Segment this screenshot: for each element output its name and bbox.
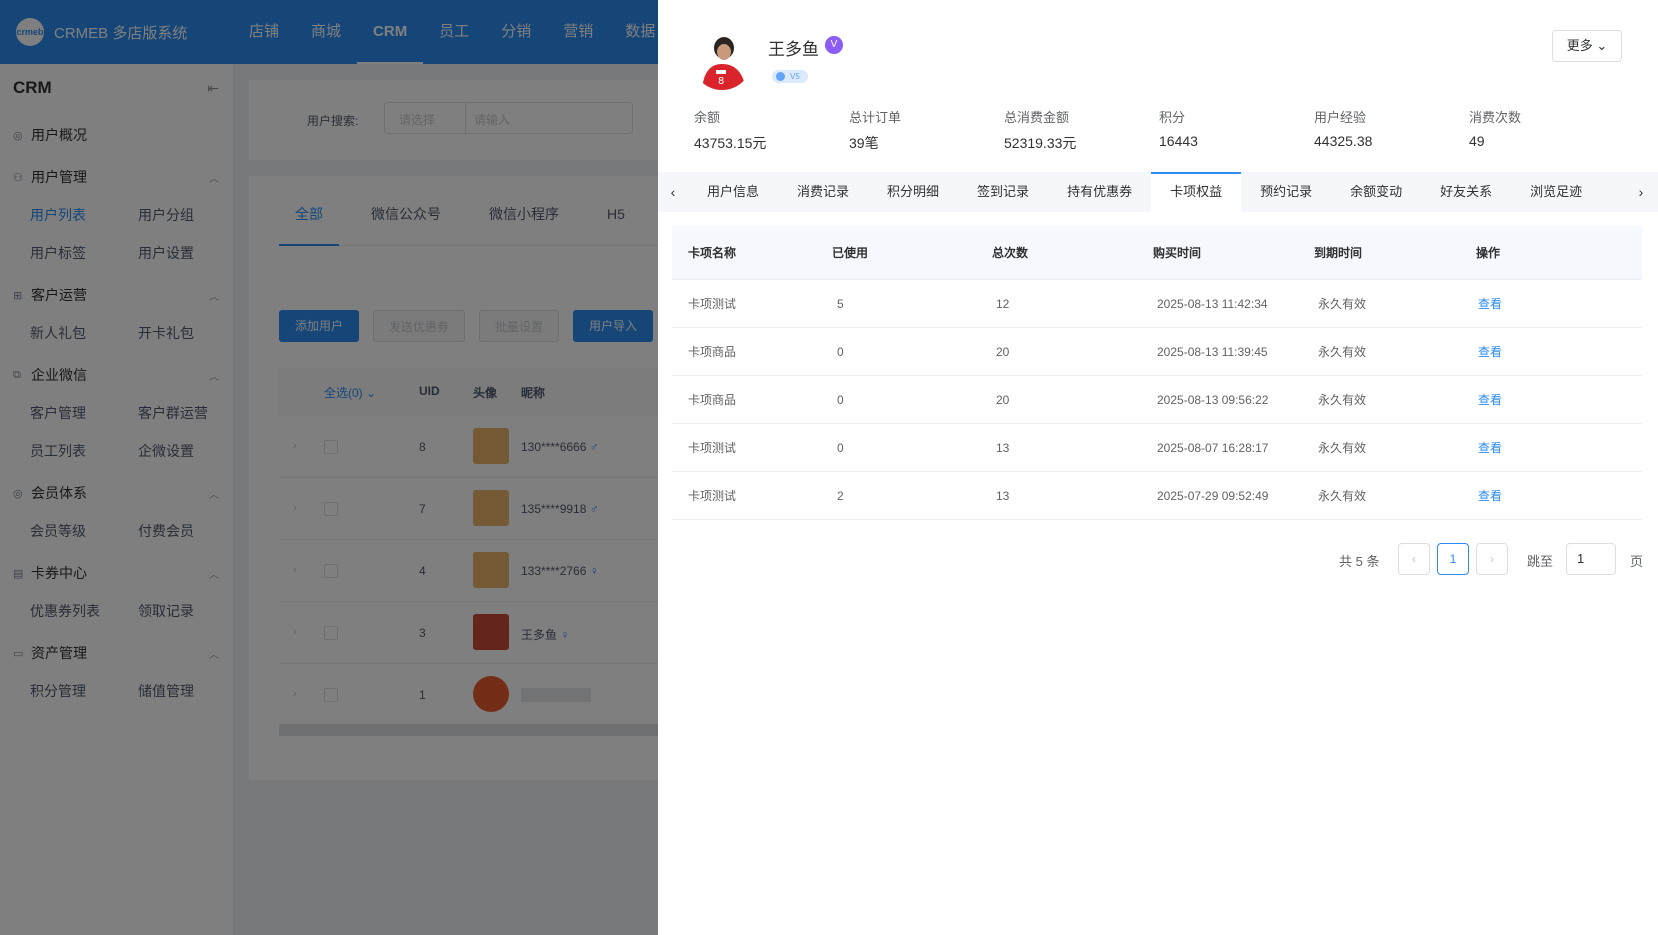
column-purchase-time: 购买时间 [1153,246,1202,260]
member-level-tag: V5 [772,70,808,83]
more-button-label: 更多 [1566,38,1593,53]
tab-consumption[interactable]: 消费记录 [778,172,868,212]
table-header: 卡项名称 已使用 总次数 购买时间 到期时间 操作 [672,226,1642,280]
cell-card-name: 卡项测试 [688,441,737,455]
stat-balance: 余额 43753.15元 [694,107,849,153]
tab-checkin[interactable]: 签到记录 [958,172,1048,212]
stat-points: 积分 16443 [1159,107,1314,153]
view-link[interactable]: 查看 [1478,472,1502,519]
cell-card-name: 卡项商品 [688,345,737,359]
column-expire-time: 到期时间 [1314,246,1363,260]
column-actions: 操作 [1476,246,1501,260]
table-row: 卡项测试 2 13 2025-07-29 09:52:49 永久有效 查看 [672,472,1642,520]
stat-value: 52319.33元 [1004,135,1077,151]
tab-card-benefits[interactable]: 卡项权益 [1151,172,1242,212]
cell-used: 0 [837,344,844,359]
stat-label: 用户经验 [1314,110,1367,125]
column-total: 总次数 [992,246,1029,260]
table-row: 卡项商品 0 20 2025-08-13 11:39:45 永久有效 查看 [672,328,1642,376]
tabs-scroll-left-icon[interactable]: ‹ [660,172,686,212]
tab-browsing[interactable]: 浏览足迹 [1511,172,1601,212]
tab-user-info[interactable]: 用户信息 [688,172,778,212]
user-stats: 余额 43753.15元 总计订单 39笔 总消费金额 52319.33元 积分… [694,107,1624,153]
stat-label: 总计订单 [849,110,902,125]
cell-purchase-time: 2025-08-13 09:56:22 [1157,392,1269,407]
stat-value: 16443 [1159,133,1198,149]
pagination: 共 5 条 ‹ 1 › 跳至 1 页 [658,543,1658,575]
tab-friends[interactable]: 好友关系 [1421,172,1511,212]
cell-total: 13 [996,440,1010,455]
page-unit-label: 页 [1630,554,1644,569]
stat-label: 积分 [1159,110,1186,125]
column-card-name: 卡项名称 [688,246,737,260]
card-benefits-table: 卡项名称 已使用 总次数 购买时间 到期时间 操作 卡项测试 5 12 2025… [672,226,1642,520]
stat-purchase-count: 消费次数 49 [1469,107,1624,153]
stat-label: 余额 [694,110,721,125]
tab-reservations[interactable]: 预约记录 [1241,172,1331,212]
cell-total: 12 [996,296,1010,311]
user-name: 王多鱼 [768,40,819,59]
user-detail-drawer: 8 王多鱼 V V5 更多 ⌄ 余额 43753.15元 总计订单 39笔 总消… [658,0,1658,935]
stat-total-spend: 总消费金额 52319.33元 [1004,107,1159,153]
tab-points-detail[interactable]: 积分明细 [868,172,958,212]
jump-page-input[interactable]: 1 [1566,543,1616,575]
pagination-total: 共 5 条 [1339,554,1380,569]
cell-used: 2 [837,488,844,503]
cell-purchase-time: 2025-07-29 09:52:49 [1157,488,1269,503]
tabs-scroll-right-icon[interactable]: › [1628,172,1654,212]
cell-used: 0 [837,392,844,407]
cell-expire-time: 永久有效 [1318,297,1367,311]
tab-overflow[interactable]: 排 [1601,172,1618,212]
view-link[interactable]: 查看 [1478,424,1502,471]
tab-coupons[interactable]: 持有优惠券 [1048,172,1151,212]
table-row: 卡项商品 0 20 2025-08-13 09:56:22 永久有效 查看 [672,376,1642,424]
svg-text:8: 8 [718,76,724,87]
table-row: 卡项测试 5 12 2025-08-13 11:42:34 永久有效 查看 [672,280,1642,328]
page-number[interactable]: 1 [1437,543,1469,575]
next-page-icon[interactable]: › [1476,543,1508,575]
cell-card-name: 卡项商品 [688,393,737,407]
user-avatar: 8 [692,30,752,90]
cell-total: 13 [996,488,1010,503]
cell-expire-time: 永久有效 [1318,489,1367,503]
cell-used: 0 [837,440,844,455]
cell-expire-time: 永久有效 [1318,345,1367,359]
cell-expire-time: 永久有效 [1318,393,1367,407]
stat-label: 消费次数 [1469,110,1522,125]
stat-total-orders: 总计订单 39笔 [849,107,1004,153]
detail-tabs: 用户信息 消费记录 积分明细 签到记录 持有优惠券 卡项权益 预约记录 余额变动… [688,172,1618,212]
vip-badge-icon: V [825,36,843,54]
stat-value: 43753.15元 [694,135,767,151]
stat-value: 44325.38 [1314,133,1373,149]
cell-expire-time: 永久有效 [1318,441,1367,455]
stat-experience: 用户经验 44325.38 [1314,107,1469,153]
view-link[interactable]: 查看 [1478,328,1502,375]
table-row: 卡项测试 0 13 2025-08-07 16:28:17 永久有效 查看 [672,424,1642,472]
stat-value: 39笔 [849,135,879,151]
cell-purchase-time: 2025-08-13 11:42:34 [1157,296,1268,311]
jump-label: 跳至 [1527,554,1554,569]
cell-purchase-time: 2025-08-07 16:28:17 [1157,440,1269,455]
column-used: 已使用 [832,246,869,260]
stat-value: 49 [1469,133,1485,149]
tab-balance-changes[interactable]: 余额变动 [1331,172,1421,212]
prev-page-icon[interactable]: ‹ [1398,543,1430,575]
cell-card-name: 卡项测试 [688,297,737,311]
chevron-down-icon: ⌄ [1596,38,1608,53]
view-link[interactable]: 查看 [1478,280,1502,327]
detail-tabs-bar: ‹ 用户信息 消费记录 积分明细 签到记录 持有优惠券 卡项权益 预约记录 余额… [658,172,1658,212]
cell-total: 20 [996,344,1010,359]
cell-used: 5 [837,296,844,311]
stat-label: 总消费金额 [1004,110,1070,125]
cell-total: 20 [996,392,1010,407]
avatar-illustration: 8 [692,30,752,90]
view-link[interactable]: 查看 [1478,376,1502,423]
cell-purchase-time: 2025-08-13 11:39:45 [1157,344,1268,359]
more-button[interactable]: 更多 ⌄ [1552,30,1622,62]
cell-card-name: 卡项测试 [688,489,737,503]
